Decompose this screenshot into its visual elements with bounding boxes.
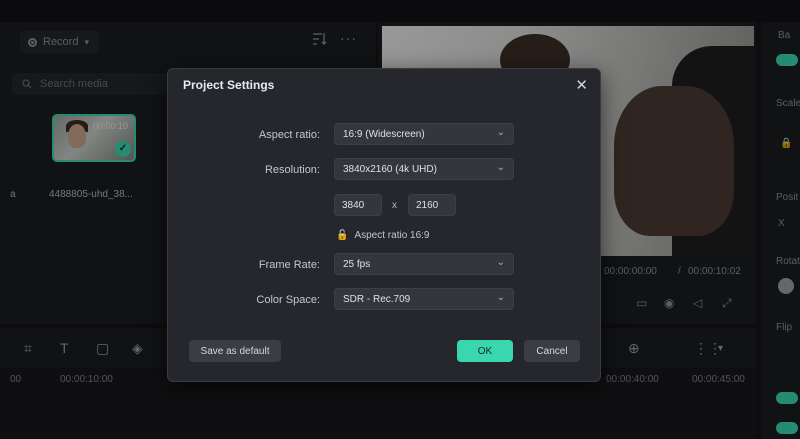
frame-rate-select[interactable]: 25 fps ⌄ <box>334 253 514 275</box>
save-as-default-button[interactable]: Save as default <box>189 340 281 362</box>
color-space-select[interactable]: SDR - Rec.709 ⌄ <box>334 288 514 310</box>
close-icon[interactable]: ✕ <box>575 76 588 94</box>
aspect-ratio-label: Aspect ratio: <box>258 129 320 141</box>
aspect-lock-text: Aspect ratio 16:9 <box>354 230 430 241</box>
chevron-down-icon: ⌄ <box>496 162 505 173</box>
ok-button[interactable]: OK <box>457 340 513 362</box>
chevron-down-icon: ⌄ <box>496 292 505 303</box>
app-window: Record ▾ ··· Search media 00:00:10 ✓ 448… <box>0 0 800 439</box>
frame-rate-value: 25 fps <box>343 258 371 270</box>
project-settings-dialog: Project Settings ✕ Aspect ratio: 16:9 (W… <box>167 68 601 382</box>
height-value: 2160 <box>416 199 439 211</box>
aspect-ratio-select[interactable]: 16:9 (Widescreen) ⌄ <box>334 123 514 145</box>
resolution-label: Resolution: <box>264 164 320 176</box>
resolution-select[interactable]: 3840x2160 (4k UHD) ⌄ <box>334 158 514 180</box>
chevron-down-icon: ⌄ <box>496 257 505 268</box>
frame-rate-label: Frame Rate: <box>258 259 320 271</box>
width-value: 3840 <box>342 199 365 211</box>
color-space-label: Color Space: <box>256 294 320 306</box>
resolution-value: 3840x2160 (4k UHD) <box>343 163 437 175</box>
height-input[interactable]: 2160 <box>408 194 456 216</box>
aspect-lock-toggle[interactable]: 🔓 Aspect ratio 16:9 <box>336 230 430 241</box>
aspect-ratio-value: 16:9 (Widescreen) <box>343 128 425 140</box>
lock-icon: 🔓 <box>336 230 349 241</box>
cancel-button[interactable]: Cancel <box>524 340 580 362</box>
dialog-title: Project Settings <box>183 78 275 92</box>
width-input[interactable]: 3840 <box>334 194 382 216</box>
chevron-down-icon: ⌄ <box>496 127 505 138</box>
dimension-separator: x <box>392 200 397 211</box>
color-space-value: SDR - Rec.709 <box>343 293 411 305</box>
